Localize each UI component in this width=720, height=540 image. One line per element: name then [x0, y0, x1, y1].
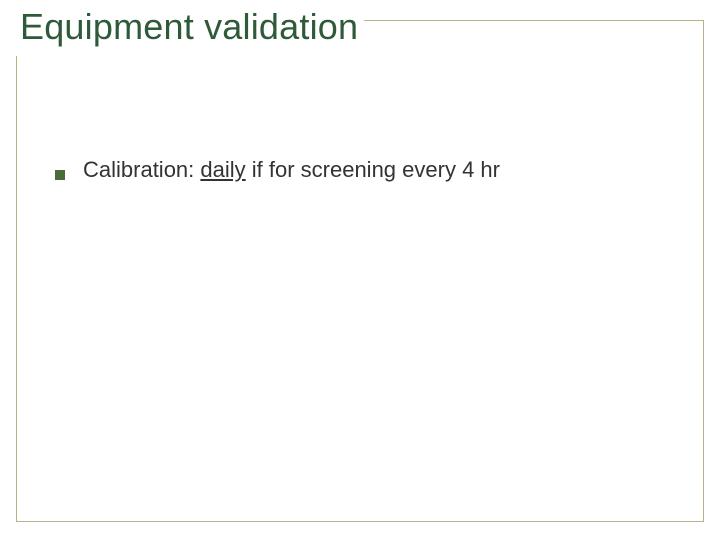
square-bullet-icon — [55, 170, 65, 180]
bullet-rest: if for screening every 4 hr — [246, 157, 500, 182]
bullet-underlined: daily — [200, 157, 245, 182]
content-area: Calibration: daily if for screening ever… — [55, 156, 655, 185]
slide-title: Equipment validation — [20, 6, 358, 48]
list-item: Calibration: daily if for screening ever… — [55, 156, 655, 185]
title-container: Equipment validation — [14, 6, 364, 56]
slide-frame — [16, 20, 704, 522]
slide: Equipment validation Calibration: daily … — [0, 0, 720, 540]
bullet-text: Calibration: daily if for screening ever… — [83, 156, 500, 185]
bullet-label: Calibration: — [83, 157, 200, 182]
